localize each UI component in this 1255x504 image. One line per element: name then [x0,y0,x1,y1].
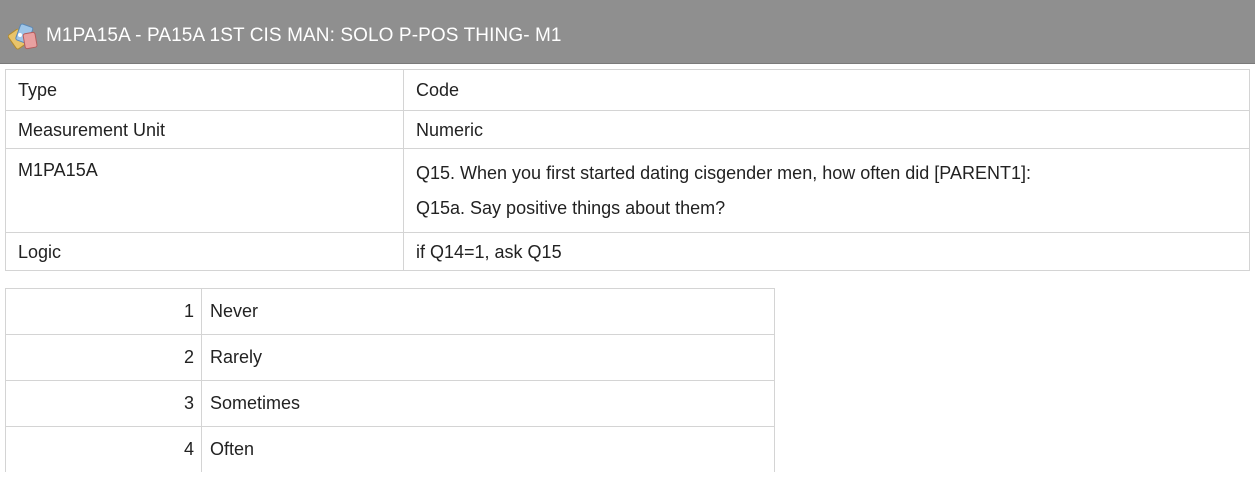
variable-tag-icon [8,23,38,50]
table-row: M1PA15A Q15. When you first started dati… [5,148,1250,233]
table-row: Measurement Unit Numeric [5,110,1250,149]
code-row: 3 Sometimes [5,380,775,427]
variable-title: M1PA15A - PA15A 1ST CIS MAN: SOLO P-POS … [46,25,562,46]
property-key-measurement-unit: Measurement Unit [5,110,404,149]
code-label: Never [201,288,775,335]
property-value-type: Code [403,69,1250,111]
table-row: Logic if Q14=1, ask Q15 [5,232,1250,271]
code-label: Often [201,426,775,472]
table-row: Type Code [5,69,1250,111]
question-line-1: Q15. When you first started dating cisge… [416,162,1031,183]
code-label: Sometimes [201,380,775,427]
code-row: 4 Often [5,426,775,472]
code-row: 2 Rarely [5,334,775,381]
property-value-measurement-unit: Numeric [403,110,1250,149]
variable-header: M1PA15A - PA15A 1ST CIS MAN: SOLO P-POS … [0,0,1255,64]
code-row: 1 Never [5,288,775,335]
property-value-logic: if Q14=1, ask Q15 [403,232,1250,271]
question-line-2: Q15a. Say positive things about them? [416,197,726,218]
code-value: 4 [5,426,202,472]
code-value: 2 [5,334,202,381]
code-value: 3 [5,380,202,427]
property-value-question: Q15. When you first started dating cisge… [403,148,1250,233]
code-label: Rarely [201,334,775,381]
property-key-variable: M1PA15A [5,148,404,233]
property-key-type: Type [5,69,404,111]
properties-table: Type Code Measurement Unit Numeric M1PA1… [5,69,1250,271]
property-key-logic: Logic [5,232,404,271]
code-list-table: 1 Never 2 Rarely 3 Sometimes 4 Often [5,288,775,472]
code-value: 1 [5,288,202,335]
